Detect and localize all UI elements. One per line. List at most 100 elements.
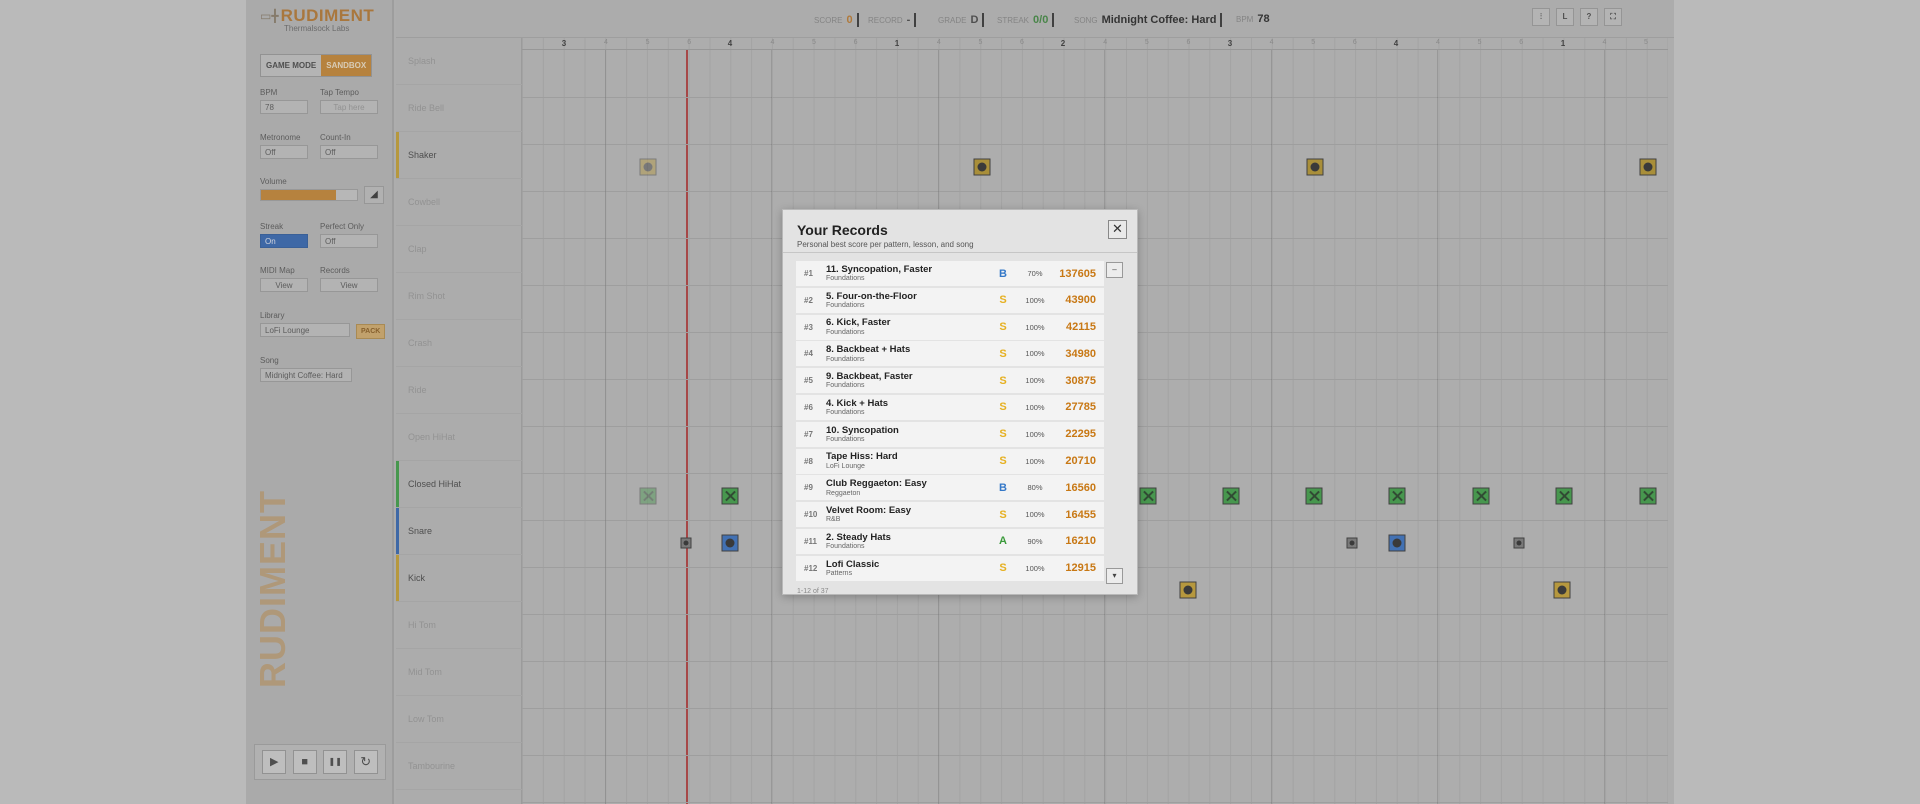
record-row[interactable]: #5 9. Backbeat, Faster Foundations S 100% 308… [796,368,1104,394]
record-grade: S [999,562,1007,575]
record-name: Lofi Classic [826,558,880,570]
record-score: 30875 [1065,374,1096,387]
record-rank: #8 [804,456,813,466]
record-name: Velvet Room: Easy [826,504,912,516]
record-rank: #4 [804,349,813,359]
record-rank: #10 [804,510,818,520]
records-modal: Your Records Personal best score per pat… [782,209,1138,595]
record-name: 11. Syncopation, Faster [826,263,933,275]
record-title-block: 6. Kick, Faster Foundations [826,318,992,336]
record-title-block: Lofi Classic Patterns [826,560,992,578]
record-grade: S [999,294,1007,307]
record-accuracy: 100% [1025,563,1045,573]
record-score: 16210 [1065,535,1096,548]
record-name: Tape Hiss: Hard [826,451,898,463]
modal-title: Your Records [797,222,888,238]
record-category: Foundations [826,355,865,363]
record-score: 16560 [1065,481,1096,494]
record-name: 4. Kick + Hats [826,397,889,409]
record-rank: #2 [804,295,813,305]
record-rank: #1 [804,269,813,278]
record-accuracy: 100% [1025,322,1045,332]
record-accuracy: 70% [1027,269,1043,278]
record-row[interactable]: #11 2. Steady Hats Foundations A 90% 16210 [796,528,1104,554]
record-category: Foundations [826,302,865,310]
record-category: Foundations [826,543,865,551]
scroll-down-icon[interactable]: ▾ [1106,568,1123,584]
record-name: 5. Four-on-the-Floor [826,290,917,302]
record-row[interactable]: #3 6. Kick, Faster Foundations S 100% 42115 [796,314,1104,340]
record-score: 42115 [1066,321,1096,334]
record-row[interactable]: #2 5. Four-on-the-Floor Foundations S 100% 43… [796,287,1104,313]
record-grade: B [999,267,1007,280]
record-category: Reggaeton [826,489,861,497]
record-title-block: 8. Backbeat + Hats Foundations [826,345,992,363]
record-rank: #7 [804,429,813,439]
record-category: Foundations [826,382,865,390]
record-grade: S [999,321,1007,334]
record-category: LoFi Lounge [826,462,865,470]
record-rank: #11 [804,536,817,546]
record-accuracy: 100% [1025,376,1045,386]
record-grade: S [999,347,1007,360]
record-row[interactable]: #6 4. Kick + Hats Foundations S 100% 27785 [796,394,1104,420]
record-row[interactable]: #10 Velvet Room: Easy R&B S 100% 16455 [796,502,1104,528]
modal-backdrop[interactable]: Your Records Personal best score per pat… [0,0,1920,804]
record-grade: B [999,481,1007,494]
record-row[interactable]: #8 Tape Hiss: Hard LoFi Lounge S 100% 20710 [796,448,1104,474]
record-score: 34980 [1065,347,1096,360]
record-row[interactable]: #4 8. Backbeat + Hats Foundations S 100% 3498… [796,341,1104,367]
record-title-block: 9. Backbeat, Faster Foundations [826,372,992,390]
record-title-block: 2. Steady Hats Foundations [826,533,992,551]
record-title-block: Velvet Room: Easy R&B [826,506,992,524]
record-row[interactable]: #12 Lofi Classic Patterns S 100% 12915 [796,555,1104,581]
records-list: #1 11. Syncopation, Faster Foundations B 70%… [796,261,1104,583]
record-name: 2. Steady Hats [826,531,891,543]
record-title-block: 10. Syncopation Foundations [826,426,992,444]
record-score: 43900 [1065,294,1096,307]
record-title-block: 4. Kick + Hats Foundations [826,399,992,417]
record-name: 9. Backbeat, Faster [826,370,913,382]
record-score: 27785 [1065,401,1096,414]
record-row[interactable]: #9 Club Reggaeton: Easy Reggaeton B 80% 16560 [796,475,1104,501]
record-row[interactable]: #7 10. Syncopation Foundations S 100% 22295 [796,421,1104,447]
record-category: R&B [826,516,841,524]
record-accuracy: 100% [1025,456,1045,466]
record-accuracy: 100% [1025,429,1045,439]
record-name: 8. Backbeat + Hats [826,344,911,356]
record-rank: #3 [804,322,813,332]
record-category: Patterns [826,570,853,578]
record-accuracy: 100% [1025,349,1045,359]
record-grade: S [999,374,1007,387]
record-grade: S [999,455,1007,468]
record-rank: #5 [804,376,813,386]
record-grade: S [999,428,1007,441]
record-grade: S [999,508,1007,521]
record-category: Foundations [826,436,865,444]
scroll-up-icon[interactable]: – [1106,262,1123,278]
record-title-block: Club Reggaeton: Easy Reggaeton [826,479,992,497]
record-title-block: Tape Hiss: Hard LoFi Lounge [826,452,992,470]
record-category: Foundations [826,409,865,417]
record-score: 137605 [1059,267,1096,280]
record-score: 20710 [1065,455,1096,468]
record-rank: #12 [804,563,818,573]
record-name: 6. Kick, Faster [826,317,891,329]
record-accuracy: 100% [1025,295,1045,305]
record-accuracy: 100% [1025,402,1045,412]
record-grade: S [999,401,1007,414]
divider [783,252,1137,253]
record-category: Foundations [826,275,865,283]
pagination-text: 1-12 of 37 [797,588,829,595]
record-accuracy: 80% [1027,483,1043,493]
record-accuracy: 100% [1025,510,1045,520]
close-icon[interactable]: ✕ [1108,220,1127,239]
record-score: 22295 [1065,428,1096,441]
record-accuracy: 90% [1027,536,1043,546]
record-row[interactable]: #1 11. Syncopation, Faster Foundations B 70%… [796,261,1104,286]
record-title-block: 11. Syncopation, Faster Foundations [826,265,992,283]
modal-subtitle: Personal best score per pattern, lesson,… [797,240,974,249]
record-score: 12915 [1065,562,1096,575]
record-title-block: 5. Four-on-the-Floor Foundations [826,292,992,310]
record-name: Club Reggaeton: Easy [826,478,927,490]
